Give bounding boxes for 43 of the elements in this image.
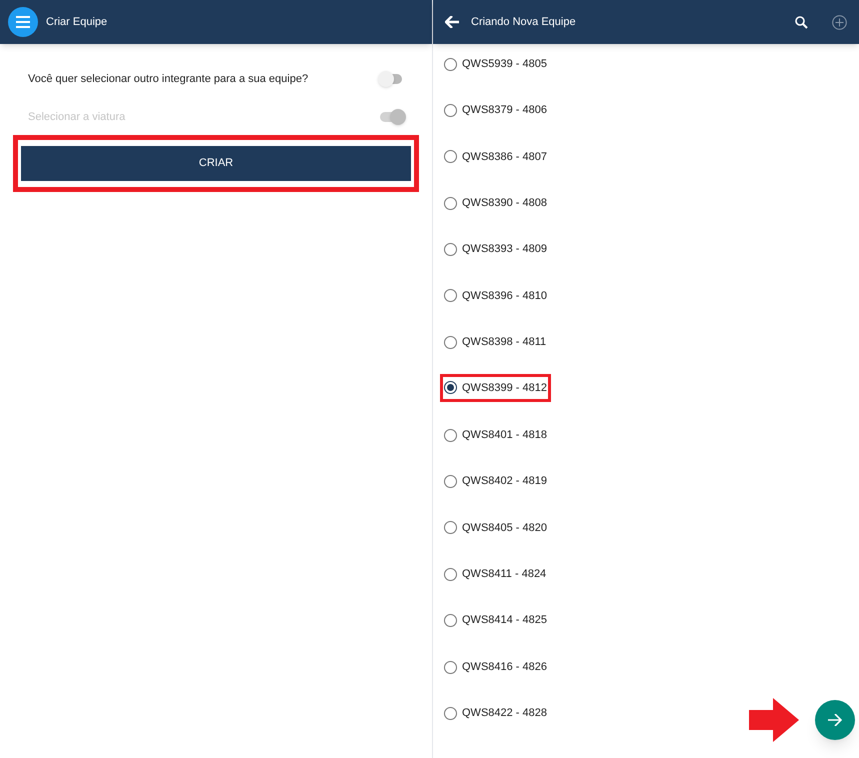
radio-option[interactable]: QWS8402 - 4819	[444, 474, 547, 490]
screen-title: Criando Nova Equipe	[471, 14, 576, 30]
toggle-label: Selecionar a viatura	[28, 110, 126, 125]
radio-button[interactable]	[444, 568, 457, 581]
radio-option[interactable]: QWS8416 - 4826	[444, 659, 547, 676]
radio-option[interactable]: QWS8396 - 4810	[444, 288, 547, 304]
radio-button[interactable]	[444, 104, 457, 117]
radio-button[interactable]	[444, 243, 457, 256]
right-arrow-icon	[828, 714, 842, 726]
radio-button[interactable]	[444, 660, 457, 674]
add-icon[interactable]	[832, 14, 847, 30]
radio-option[interactable]: QWS8401 - 4818	[444, 427, 547, 444]
radio-button[interactable]	[444, 336, 457, 349]
menu-button[interactable]	[8, 7, 38, 37]
radio-option[interactable]: QWS8393 - 4809	[444, 242, 547, 258]
toggle-label: Você quer selecionar outro integrante para a sua equipe?	[28, 72, 308, 87]
menu-icon	[16, 16, 30, 28]
radio-option[interactable]: QWS8405 - 4820	[444, 520, 547, 536]
toggle-switch[interactable]	[380, 70, 404, 88]
radio-button[interactable]	[444, 706, 457, 720]
back-arrow-icon[interactable]	[445, 16, 459, 28]
next-button[interactable]	[815, 700, 855, 740]
create-button[interactable]: CRIAR	[21, 146, 411, 181]
radio-button[interactable]	[444, 521, 457, 534]
radio-option[interactable]: QWS8411 - 4824	[444, 566, 546, 582]
radio-button[interactable]	[444, 58, 457, 70]
radio-button[interactable]	[444, 428, 457, 442]
radio-button[interactable]	[444, 150, 457, 164]
radio-option[interactable]: QWS8379 - 4806	[444, 102, 547, 118]
radio-button[interactable]	[444, 614, 457, 628]
radio-option[interactable]: QWS5939 - 4805	[444, 56, 547, 72]
search-icon[interactable]	[795, 16, 808, 28]
screen-title: Criar Equipe	[46, 14, 108, 30]
radio-button[interactable]	[444, 196, 457, 210]
radio-button[interactable]	[444, 289, 457, 302]
radio-option[interactable]: QWS8414 - 4825	[444, 612, 547, 629]
radio-option[interactable]: QWS8399 - 4812	[440, 374, 551, 402]
radio-button[interactable]	[444, 381, 457, 394]
radio-option[interactable]: QWS8386 - 4807	[444, 148, 547, 165]
radio-button[interactable]	[444, 475, 457, 488]
radio-option[interactable]: QWS8398 - 4811	[444, 334, 546, 350]
radio-option[interactable]: QWS8422 - 4828	[444, 705, 547, 722]
radio-option[interactable]: QWS8390 - 4808	[444, 195, 547, 212]
